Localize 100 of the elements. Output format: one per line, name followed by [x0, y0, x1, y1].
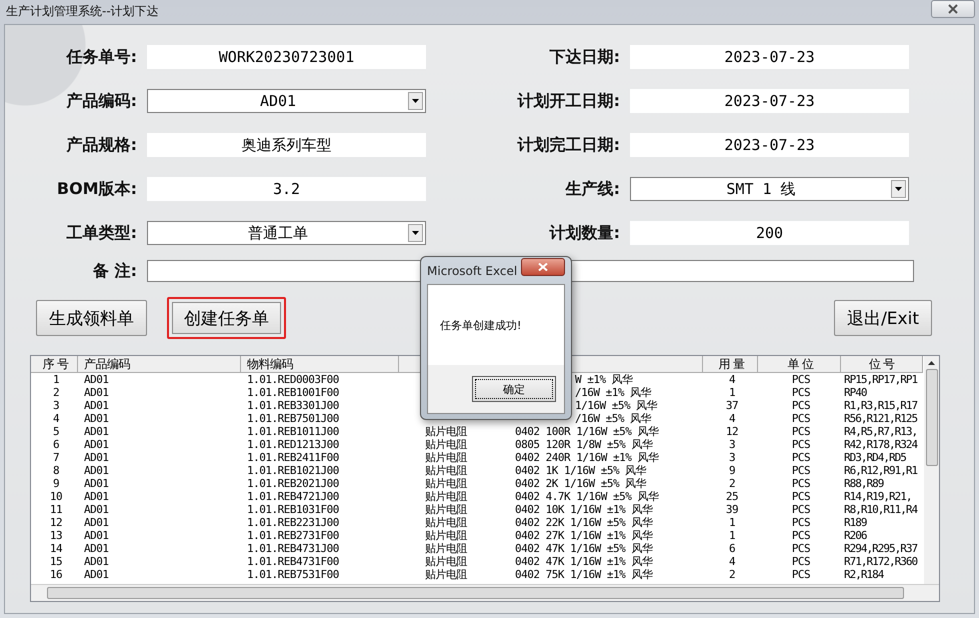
table-cell-text: AD01	[83, 373, 110, 386]
table-cell-text: 贴片电阻	[424, 477, 468, 490]
table-cell-text: 25	[724, 490, 740, 503]
field-label: 工单类型:	[66, 222, 137, 244]
window-title: 生产计划管理系统--计划下达	[6, 2, 159, 20]
table-cell-text: 3	[52, 399, 60, 412]
table-cell-text: 贴片电阻	[424, 568, 468, 581]
table-cell-text: 0402 22K 1/16W ±5% 风华	[514, 516, 654, 529]
column-header: 物料编码	[241, 356, 399, 372]
table-cell-text: /16W ±1% 风华	[575, 386, 652, 399]
table-cell-text: R294,R295,R37	[843, 542, 918, 555]
table-cell-text: 贴片电阻	[424, 529, 468, 542]
table-cell-text: PCS	[790, 529, 812, 542]
table-cell-text: 贴片电阻	[424, 464, 468, 477]
table-cell-text: 9	[728, 464, 736, 477]
table-cell-text: 0402 47K 1/16W ±1% 风华	[514, 555, 654, 568]
column-header: 产品编码	[78, 356, 241, 372]
column-header: 序 号	[31, 356, 78, 372]
dialog-title: Microsoft Excel	[427, 264, 518, 278]
table-cell-text: PCS	[790, 568, 812, 581]
table-cell-text: 11	[48, 503, 64, 516]
table-cell-text: 贴片电阻	[424, 542, 468, 555]
table-cell-text: AD01	[83, 542, 110, 555]
table-cell-text: PCS	[790, 412, 812, 425]
table-cell-text: AD01	[83, 464, 110, 477]
table-cell-text: AD01	[83, 529, 110, 542]
table-cell-text: 1.01.REB7501J00	[246, 412, 340, 425]
table-cell-text: 1.01.RED1213J00	[246, 438, 340, 451]
column-header: 用 量	[703, 356, 758, 372]
table-cell-text: R206	[843, 529, 868, 542]
table-cell-text: 1.01.REB3301J00	[246, 399, 340, 412]
table-cell-text: RP40	[843, 386, 868, 399]
table-cell-text: 7	[52, 451, 60, 464]
table-cell-text: R2,R184	[843, 568, 885, 581]
dialog-message: 任务单创建成功!	[440, 318, 522, 332]
table-cell-text: R56,R121,R125	[843, 412, 918, 425]
table-cell-text: 1.01.RED0003F00	[246, 373, 340, 386]
table-cell-text: R4,R5,R7,R13,	[843, 425, 918, 438]
table-cell-text: 3	[728, 451, 736, 464]
table-cell-text: 0402 47K 1/16W ±5% 风华	[514, 542, 654, 555]
table-cell-text: PCS	[790, 451, 812, 464]
table-cell-text: 2	[52, 386, 60, 399]
table-cell-text: 5	[52, 425, 60, 438]
table-cell-text: 贴片电阻	[424, 490, 468, 503]
table-cell-text: R1,R3,R15,R17	[843, 399, 918, 412]
table-cell-text: 贴片电阻	[424, 516, 468, 529]
table-cell-text: 0805 120R 1/8W ±5% 风华	[514, 438, 654, 451]
column-header: 单 位	[758, 356, 841, 372]
table-cell-text: AD01	[83, 555, 110, 568]
table-cell-text: R88,R89	[843, 477, 885, 490]
table-cell-text: AD01	[83, 451, 110, 464]
field-label: BOM版本:	[56, 178, 137, 200]
table-cell-text: AD01	[83, 516, 110, 529]
table-cell-text: AD01	[83, 490, 110, 503]
table-cell-text: AD01	[83, 568, 110, 581]
table-cell-text: 8	[52, 464, 60, 477]
table-cell-text: PCS	[790, 477, 812, 490]
table-cell-text: PCS	[790, 425, 812, 438]
table-cell-text: AD01	[83, 386, 110, 399]
table-cell-text: R6,R12,R91,R1	[843, 464, 918, 477]
table-cell-text: 39	[724, 503, 740, 516]
table-cell-text: AD01	[83, 477, 110, 490]
column-header: 位 号	[841, 356, 923, 372]
table-cell-text: 2	[728, 568, 736, 581]
table-cell-text: R71,R172,R360	[843, 555, 918, 568]
table-cell-text: 1	[728, 516, 736, 529]
table-cell-text: 15	[48, 555, 64, 568]
table-cell-text: 0402 4.7K 1/16W ±5% 风华	[514, 490, 660, 503]
table-cell-text: 4	[52, 412, 60, 425]
table-cell-text: 6	[728, 542, 736, 555]
table-cell-text: 2	[728, 477, 736, 490]
table-cell-text: 贴片电阻	[424, 425, 468, 438]
table-cell-text: 1	[52, 373, 60, 386]
table-cell-text: AD01	[83, 399, 110, 412]
field-label: 任务单号:	[65, 46, 137, 68]
table-cell-text: 1.01.REB1031F00	[246, 503, 340, 516]
table-cell-text: 0402 2K 1/16W ±5% 风华	[514, 477, 648, 490]
table-cell-text: PCS	[790, 464, 812, 477]
table-cell-text: AD01	[83, 503, 110, 516]
field-label: 计划开工日期:	[516, 90, 620, 112]
table-cell-text: 1.01.REB4731J00	[246, 542, 340, 555]
table-cell-text: 0402 100R 1/16W ±5% 风华	[514, 425, 660, 438]
table-cell-text: 9	[52, 477, 60, 490]
table-cell-text: 贴片电阻	[424, 555, 468, 568]
table-cell-text: 16	[48, 568, 64, 581]
table-cell-text: 4	[728, 555, 736, 568]
table-cell-text: R42,R178,R324	[843, 438, 919, 451]
table-cell-text: 37	[724, 399, 740, 412]
table-cell-text: PCS	[790, 399, 812, 412]
table-cell-text: PCS	[790, 503, 812, 516]
table-cell-text: W ±1% 风华	[575, 373, 634, 386]
table-cell-text: 0402 75K 1/16W ±1% 风华	[514, 568, 654, 581]
field-label: 下达日期:	[548, 46, 620, 68]
table-cell-text: 1.01.REB2731F00	[246, 529, 340, 542]
table-cell-text: R14,R19,R21,	[843, 490, 912, 503]
table-cell-text: 贴片电阻	[424, 438, 468, 451]
table-cell-text: RD3,RD4,RD5	[843, 451, 907, 464]
table-cell-text: 1	[728, 529, 736, 542]
table-cell-text: AD01	[83, 425, 110, 438]
table-cell-text: AD01	[83, 438, 110, 451]
